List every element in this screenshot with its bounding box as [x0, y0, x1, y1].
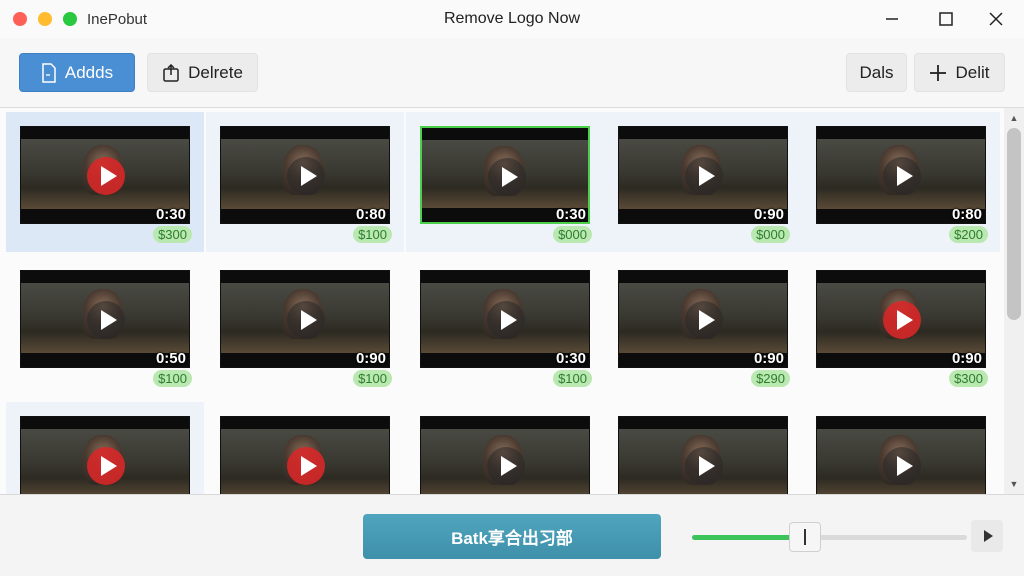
play-icon[interactable] [287, 447, 325, 485]
price-badge: $100 [553, 370, 592, 387]
play-icon[interactable] [685, 157, 723, 195]
video-thumbnail [420, 416, 590, 494]
price-badge: $290 [751, 370, 790, 387]
file-icon [42, 62, 56, 83]
maximize-icon [939, 12, 953, 26]
video-tile[interactable]: 0:90 $290 [604, 256, 802, 396]
dals-button[interactable]: Dals [846, 53, 907, 92]
play-icon[interactable] [87, 157, 125, 195]
close-button[interactable] [976, 4, 1016, 34]
title-bar: InePobut Remove Logo Now [0, 0, 1024, 38]
play-icon[interactable] [487, 301, 525, 339]
video-tile[interactable]: 0:30 $300 [6, 112, 204, 252]
video-duration: 0:80 [951, 206, 982, 223]
play-icon[interactable] [883, 301, 921, 339]
slider-handle[interactable] [788, 522, 821, 552]
video-thumbnail [220, 416, 390, 494]
progress-fill [692, 535, 805, 540]
play-icon[interactable] [685, 447, 723, 485]
video-tile[interactable]: 0:90 $300 [802, 256, 1000, 396]
minimize-icon [886, 18, 898, 20]
play-icon[interactable] [487, 447, 525, 485]
delit-button-label: Delit [955, 62, 990, 82]
video-duration: 0:90 [951, 350, 982, 367]
price-badge: $100 [353, 370, 392, 387]
bottom-bar: Batk享合出习部 [0, 494, 1024, 576]
add-button[interactable]: Addds [19, 53, 135, 92]
video-duration: 0:90 [753, 350, 784, 367]
plus-icon [930, 64, 947, 81]
video-tile[interactable]: 0:90 $000 [604, 112, 802, 252]
export-icon [163, 63, 179, 82]
video-tile[interactable]: 0:30 $000 [406, 112, 604, 252]
close-icon [989, 12, 1003, 26]
play-icon[interactable] [883, 447, 921, 485]
delete-button[interactable]: Delrete [147, 53, 258, 92]
video-thumbnail [816, 416, 986, 494]
play-icon[interactable] [883, 157, 921, 195]
play-icon[interactable] [287, 301, 325, 339]
progress-slider[interactable] [692, 535, 967, 540]
price-badge: $300 [949, 370, 988, 387]
video-thumbnail [618, 416, 788, 494]
video-tile[interactable]: 0:30 $100 [406, 256, 604, 396]
vertical-scrollbar[interactable]: ▲ ▼ [1004, 108, 1024, 494]
maximize-button[interactable] [926, 4, 966, 34]
price-badge: $000 [553, 226, 592, 243]
price-badge: $100 [153, 370, 192, 387]
add-button-label: Addds [64, 62, 114, 82]
video-grid: 0:30 $300 0:80 $100 0:30 $000 0:90 $000 … [0, 108, 1004, 494]
play-icon[interactable] [685, 301, 723, 339]
video-duration: 0:50 [155, 350, 186, 367]
video-duration: 0:80 [355, 206, 386, 223]
scroll-down-icon[interactable]: ▼ [1008, 478, 1020, 490]
price-badge: $200 [949, 226, 988, 243]
delete-button-label: Delrete [188, 62, 243, 82]
video-tile[interactable] [206, 402, 404, 494]
video-tile[interactable]: 0:80 $200 [802, 112, 1000, 252]
video-tile[interactable] [6, 402, 204, 494]
video-tile[interactable] [802, 402, 1000, 494]
video-tile[interactable]: 0:80 $100 [206, 112, 404, 252]
scrollbar-thumb[interactable] [1007, 128, 1021, 320]
video-tile[interactable] [406, 402, 604, 494]
play-icon[interactable] [87, 301, 125, 339]
window-title: Remove Logo Now [443, 10, 581, 27]
price-badge: $000 [751, 226, 790, 243]
minimize-button[interactable] [872, 4, 912, 34]
play-icon[interactable] [287, 157, 325, 195]
price-badge: $100 [353, 226, 392, 243]
play-icon[interactable] [87, 447, 125, 485]
video-thumbnail [20, 416, 190, 494]
video-duration: 0:30 [555, 350, 586, 367]
video-tile[interactable]: 0:50 $100 [6, 256, 204, 396]
video-tile[interactable]: 0:90 $100 [206, 256, 404, 396]
play-icon[interactable] [488, 158, 526, 196]
price-badge: $300 [153, 226, 192, 243]
scroll-up-icon[interactable]: ▲ [1008, 112, 1020, 124]
play-next-icon[interactable] [971, 520, 1003, 552]
delit-button[interactable]: Delit [914, 53, 1005, 92]
video-duration: 0:90 [753, 206, 784, 223]
video-duration: 0:30 [555, 206, 586, 223]
video-duration: 0:30 [155, 206, 186, 223]
toolbar: Addds Delrete Dals Delit [0, 38, 1024, 108]
video-tile[interactable] [604, 402, 802, 494]
video-duration: 0:90 [355, 350, 386, 367]
dals-button-label: Dals [859, 62, 894, 82]
batch-process-button[interactable]: Batk享合出习部 [363, 514, 661, 559]
